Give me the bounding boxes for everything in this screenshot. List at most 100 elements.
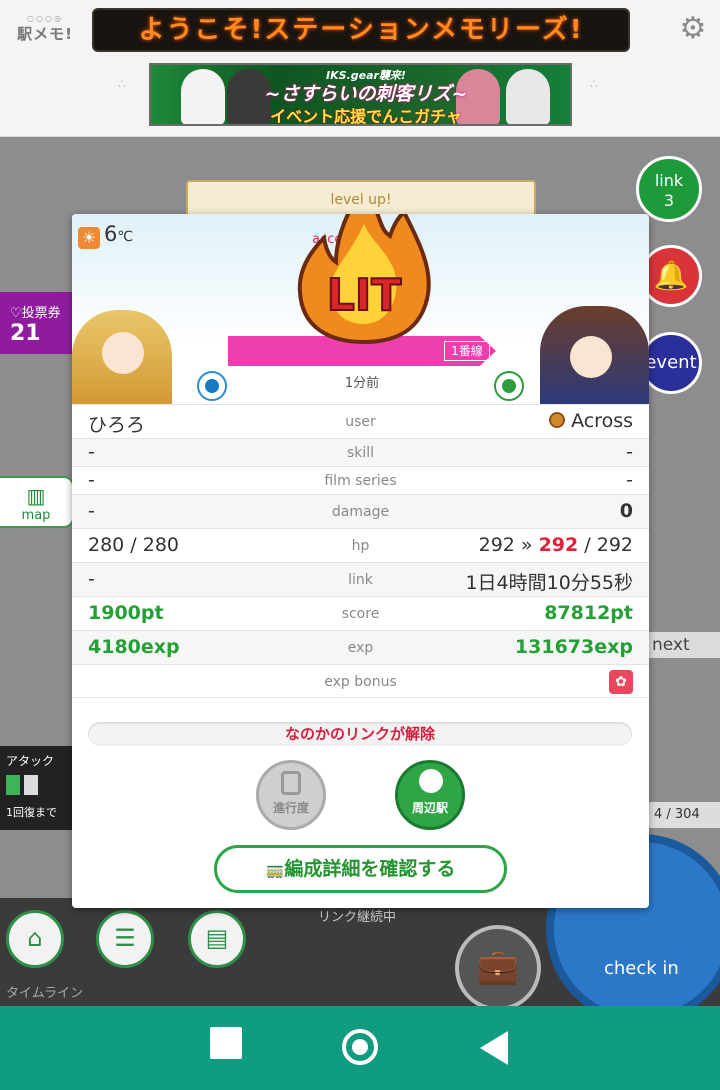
train-list-icon[interactable]: ▤: [188, 910, 246, 968]
hp-label: hp: [351, 538, 370, 554]
progress-label: 進行度: [272, 801, 309, 815]
damage-left: -: [88, 500, 95, 522]
link-duration: 1日4時間10分55秒: [465, 572, 633, 594]
home-system-icon[interactable]: [342, 1029, 378, 1065]
event-button[interactable]: event: [640, 332, 702, 394]
time-ago: 1分前: [344, 376, 380, 391]
map-button[interactable]: ▥ map: [0, 476, 74, 528]
film-right: -: [626, 469, 633, 491]
skill-label: skill: [346, 445, 375, 461]
timeline-label[interactable]: タイムライン: [6, 982, 83, 1001]
row-exp: 4180exp exp 131673exp: [72, 630, 649, 664]
home-icon[interactable]: ⌂: [6, 910, 64, 968]
hp-right: 292 » 292 / 292: [478, 534, 633, 556]
welcome-marquee: ようこそ!ステーションメモリーズ!: [92, 8, 630, 52]
station-icon: [419, 769, 443, 793]
back-icon[interactable]: [480, 1031, 508, 1065]
user-label: user: [345, 414, 376, 430]
app-header: ○○○◎ 駅メモ! ようこそ!ステーションメモリーズ! ⚙ ∴ ∴ IKS.ge…: [0, 0, 720, 137]
recovery-label: 1回復まで: [6, 806, 57, 819]
row-skill: - skill -: [72, 438, 649, 466]
film-label: film series: [324, 473, 397, 489]
attack-label: アタック: [6, 754, 55, 768]
confirm-label: 編成詳細を確認する: [284, 858, 456, 880]
link-continue-label: リンク継続中: [318, 910, 397, 925]
vote-ticket-badge[interactable]: ♡投票券 21: [0, 292, 76, 354]
train-mini-icon: 🚃: [265, 861, 285, 879]
bonus-flower-icon[interactable]: ✿: [609, 670, 633, 694]
banner-character-4: [506, 69, 550, 124]
event-banner[interactable]: IKS.gear襲来! ~さすらいの刺客リズ~ イベント応援でんこガチャ: [149, 63, 572, 126]
banner-subtitle: イベント応援でんこガチャ: [270, 107, 462, 126]
briefcase-icon[interactable]: 💼: [455, 925, 541, 1011]
row-film-series: - film series -: [72, 466, 649, 494]
exp-right: 131673exp: [514, 636, 633, 658]
temperature-readout: ☀ 6℃: [78, 222, 133, 249]
link-row-label: link: [348, 572, 373, 588]
line-badge: 1番線: [444, 341, 490, 361]
temperature-unit: ℃: [117, 229, 134, 245]
lit-flame-icon: LIT: [297, 214, 431, 344]
attribute-blue-icon: [197, 371, 227, 401]
next-button[interactable]: next: [648, 632, 720, 658]
access-result-dialog: ☀6℃ access connect 1番線 LIT 1分前 ひろろ user …: [72, 214, 649, 908]
damage-right: 0: [619, 500, 633, 522]
map-label: map: [21, 508, 51, 523]
score-left: 1900pt: [88, 602, 164, 624]
user-right: Across: [549, 410, 633, 432]
logo-text: 駅メモ!: [17, 25, 73, 43]
sparkle-right-icon: ∴: [590, 77, 598, 91]
confirm-formation-button[interactable]: 🚃編成詳細を確認する: [214, 845, 507, 893]
damage-label: damage: [331, 504, 390, 520]
nearby-stations-button[interactable]: 周辺駅: [395, 760, 465, 830]
row-damage: - damage 0: [72, 494, 649, 528]
sparkle-left-icon: ∴: [118, 77, 126, 91]
user-left: ひろろ: [88, 414, 146, 436]
app-screen: ○○○◎ 駅メモ! ようこそ!ステーションメモリーズ! ⚙ ∴ ∴ IKS.ge…: [0, 0, 720, 1090]
score-label: score: [341, 606, 380, 622]
next-label: next: [652, 635, 690, 655]
sun-icon: ☀: [78, 227, 100, 249]
attribute-green-icon: [494, 371, 524, 401]
banner-title: ~さすらいの刺客リズ~: [264, 83, 468, 105]
row-exp-bonus: exp bonus ✿: [72, 664, 649, 698]
lit-label: LIT: [327, 270, 401, 321]
hp-left: 280 / 280: [88, 534, 180, 556]
film-left: -: [88, 469, 95, 491]
progress-button[interactable]: 進行度: [256, 760, 326, 830]
skill-left: -: [88, 441, 95, 463]
hp-side-readout: 4 / 304: [648, 802, 720, 828]
train-icon: [281, 771, 301, 795]
temperature-value: 6: [104, 222, 118, 246]
bell-icon[interactable]: 🔔: [640, 245, 702, 307]
link-left: -: [88, 568, 95, 590]
link-release-notice: なのかのリンクが解除: [88, 722, 632, 746]
row-link: - link 1日4時間10分55秒: [72, 562, 649, 596]
exp-left: 4180exp: [88, 636, 180, 658]
checkin-label: check in: [604, 958, 679, 979]
list-icon[interactable]: ☰: [96, 910, 154, 968]
event-label: event: [645, 352, 697, 373]
stats-table: ひろろ user Across - skill - - film series …: [72, 404, 649, 698]
vote-count: 21: [10, 321, 41, 346]
gear-icon[interactable]: ⚙: [678, 14, 708, 44]
skill-right: -: [626, 441, 633, 463]
character-right-portrait: [540, 306, 649, 404]
recents-icon[interactable]: [210, 1027, 242, 1059]
row-score: 1900pt score 87812pt: [72, 596, 649, 630]
score-right: 87812pt: [544, 602, 633, 624]
vote-label: ♡投票券: [10, 306, 61, 321]
exp-bonus-label: exp bonus: [324, 674, 397, 690]
map-icon: ▥: [26, 484, 46, 508]
row-user: ひろろ user Across: [72, 404, 649, 438]
link-count-button[interactable]: link 3: [636, 156, 702, 222]
exp-label: exp: [347, 640, 374, 656]
row-hp: 280 / 280 hp 292 » 292 / 292: [72, 528, 649, 562]
character-left-portrait: [72, 310, 172, 404]
banner-character-1: [181, 69, 225, 124]
nearby-label: 周辺駅: [411, 801, 448, 815]
link-count: 3: [663, 191, 675, 210]
attack-panel: アタック 1回復まで: [0, 746, 74, 830]
app-logo[interactable]: ○○○◎ 駅メモ!: [14, 14, 76, 46]
link-label: link: [654, 171, 684, 190]
